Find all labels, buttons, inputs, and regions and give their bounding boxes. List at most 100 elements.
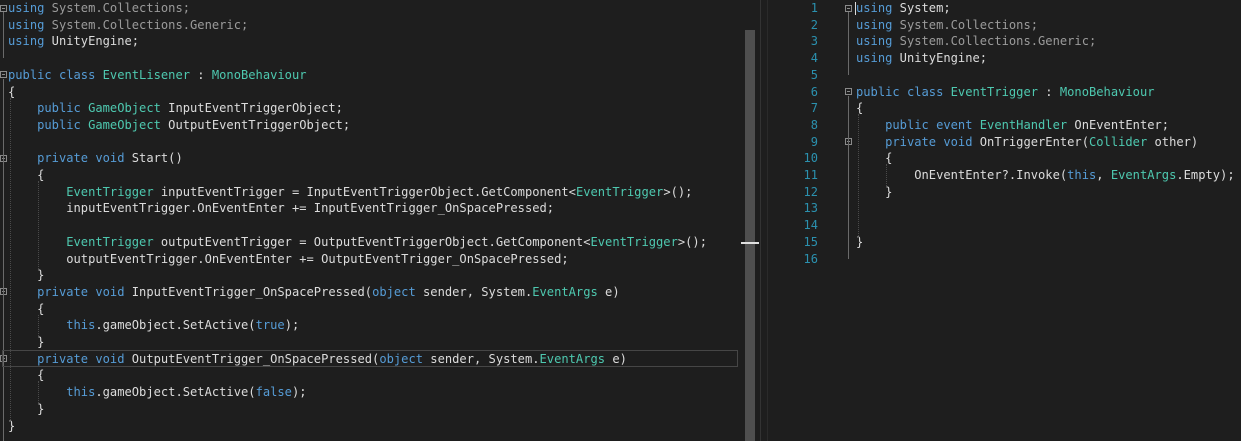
left-code-line[interactable] <box>0 134 739 151</box>
left-code-line[interactable]: public GameObject InputEventTriggerObjec… <box>0 100 739 117</box>
right-code-line[interactable]: { <box>783 100 1241 117</box>
left-code-line[interactable]: outputEventTrigger.OnEventEnter += Outpu… <box>0 251 739 268</box>
left-vertical-scrollbar[interactable] <box>741 0 759 441</box>
right-code-line[interactable]: using System.Collections; <box>783 17 1241 34</box>
right-code-line[interactable]: public event EventHandler OnEventEnter; <box>783 117 1241 134</box>
right-code-line[interactable]: { <box>783 150 1241 167</box>
left-code-line[interactable]: } <box>0 334 739 351</box>
code-token: { <box>8 301 45 316</box>
right-code-line[interactable]: using System.Collections.Generic; <box>783 33 1241 50</box>
left-code-line[interactable]: private void Start() <box>0 150 739 167</box>
code-token: class <box>58 67 96 82</box>
line-number: 11 <box>803 168 818 182</box>
line-number: 7 <box>810 101 818 116</box>
pane-divider[interactable] <box>760 0 761 441</box>
code-token: EventTrigger <box>575 184 664 199</box>
left-code-line[interactable]: } <box>0 267 739 284</box>
left-code-line[interactable]: EventTrigger inputEventTrigger = InputEv… <box>0 184 739 201</box>
line-number: 9 <box>810 134 818 149</box>
left-scroll-caret-marker <box>741 242 759 244</box>
right-code-line[interactable] <box>783 200 1241 217</box>
code-token: { <box>856 101 864 116</box>
code-token: UnityEngine; <box>892 51 988 66</box>
left-code-line[interactable]: } <box>0 401 739 418</box>
code-token: inputEventTrigger.OnEventEnter += InputE… <box>8 201 555 216</box>
right-code-line[interactable] <box>783 217 1241 234</box>
left-editor-pane[interactable]: using System.Collections; using System.Co… <box>0 0 739 441</box>
code-token: OnEventEnter?.Invoke( <box>856 168 1068 182</box>
collapse-region-icon[interactable] <box>845 4 852 12</box>
left-code-line[interactable]: EventTrigger outputEventTrigger = Output… <box>0 234 739 251</box>
right-code-line[interactable]: OnEventEnter?.Invoke(this, EventArgs.Emp… <box>783 167 1241 184</box>
code-token: >(); <box>663 184 693 199</box>
left-code-line[interactable]: private void InputEventTrigger_OnSpacePr… <box>0 284 739 301</box>
code-token: .gameObject.SetActive( <box>95 318 256 333</box>
left-scroll-thumb[interactable] <box>745 30 755 441</box>
right-code-line[interactable]: using UnityEngine; <box>783 50 1241 67</box>
code-token: event <box>936 117 973 132</box>
left-code-line[interactable]: this.gameObject.SetActive(false); <box>0 384 739 401</box>
left-code-line[interactable]: public class EventLisener : MonoBehaviou… <box>0 67 739 84</box>
left-code-line[interactable] <box>0 50 739 67</box>
code-token: ); <box>291 385 307 400</box>
line-number: 14 <box>803 218 818 233</box>
code-token: { <box>8 84 16 99</box>
code-token: using <box>856 1 893 15</box>
collapse-region-icon[interactable] <box>0 4 7 12</box>
current-line-highlight <box>2 349 738 368</box>
left-code-line[interactable]: { <box>0 167 739 184</box>
code-token: { <box>856 151 893 166</box>
code-token: EventTrigger <box>590 234 678 249</box>
code-token: System.Collections.Generic; <box>892 34 1097 49</box>
code-token: using <box>8 17 45 32</box>
code-token: System.Collections; <box>892 17 1039 32</box>
code-token: { <box>8 368 45 383</box>
code-token: , <box>1096 168 1111 182</box>
code-token: void <box>95 151 125 166</box>
code-token: public <box>856 84 900 99</box>
right-editor-pane[interactable]: using System; using System.Collections; us… <box>783 0 1241 441</box>
code-token: using <box>856 51 893 66</box>
left-code-line[interactable]: using System.Collections; <box>0 0 739 17</box>
left-code-line[interactable]: using UnityEngine; <box>0 33 739 50</box>
code-token: GameObject <box>88 117 161 132</box>
collapse-region-icon[interactable] <box>845 88 852 95</box>
code-token: other) <box>1147 134 1199 149</box>
code-token: EventHandler <box>979 117 1068 132</box>
code-token: sender, System. <box>415 284 533 299</box>
code-token: public <box>37 101 81 116</box>
left-code-line[interactable] <box>0 217 739 234</box>
left-code-line[interactable]: public GameObject OutputEventTriggerObje… <box>0 117 739 134</box>
code-token: MonoBehaviour <box>1059 84 1155 99</box>
left-code-line[interactable]: inputEventTrigger.OnEventEnter += InputE… <box>0 200 739 217</box>
code-token: .gameObject.SetActive( <box>95 385 256 400</box>
line-number: 6 <box>810 84 818 99</box>
right-code-line[interactable]: } <box>783 234 1241 251</box>
left-code-line[interactable]: } <box>0 418 739 435</box>
left-code-line[interactable]: using System.Collections.Generic; <box>0 17 739 34</box>
right-code-line[interactable]: } <box>783 184 1241 201</box>
code-token: EventArgs <box>1110 168 1177 182</box>
code-token: e) <box>597 284 620 299</box>
left-code-line[interactable]: { <box>0 301 739 318</box>
code-token: >(); <box>677 234 707 249</box>
right-code-line[interactable] <box>783 251 1241 268</box>
code-token: .Empty); <box>1176 168 1235 182</box>
code-token: void <box>95 284 125 299</box>
code-token: EventArgs <box>532 284 598 299</box>
code-token: ); <box>284 318 300 333</box>
left-code-line[interactable]: { <box>0 367 739 384</box>
code-token: class <box>906 84 944 99</box>
right-code-line[interactable] <box>783 67 1241 84</box>
left-code-line[interactable]: { <box>0 84 739 101</box>
collapse-region-icon[interactable] <box>0 71 7 79</box>
left-code-line[interactable]: this.gameObject.SetActive(true); <box>0 317 739 334</box>
indent-guide <box>858 114 859 238</box>
